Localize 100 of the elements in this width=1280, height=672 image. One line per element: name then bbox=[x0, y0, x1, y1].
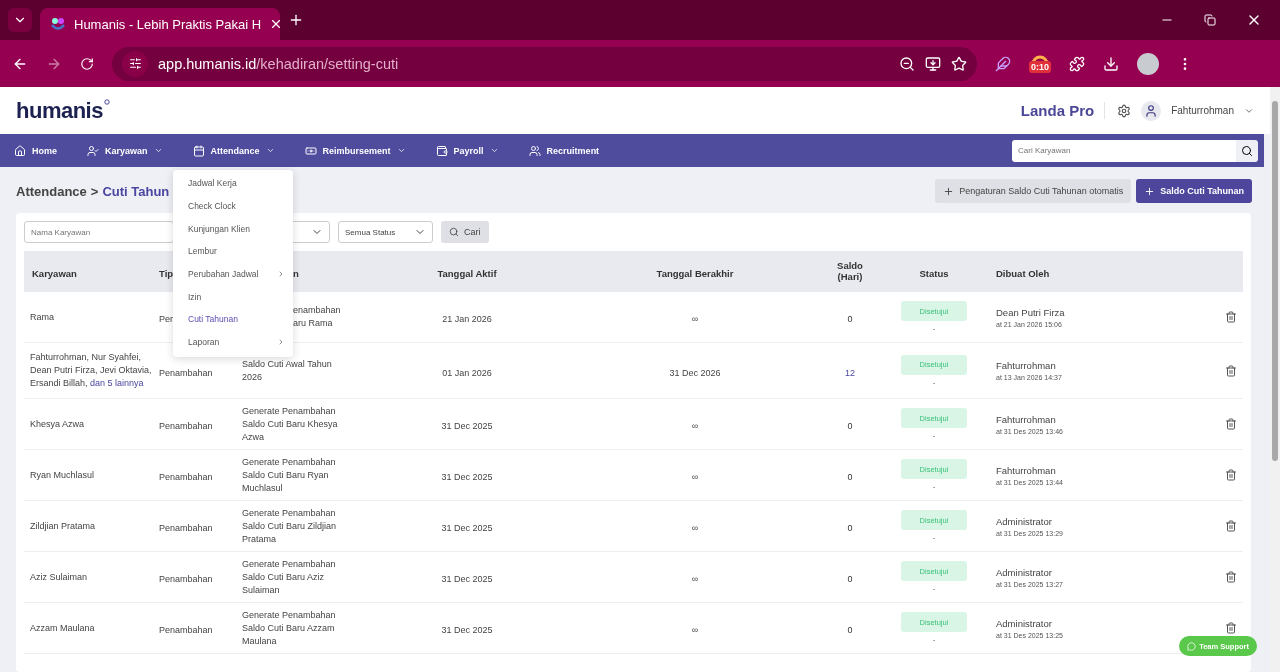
description-cell-text: Generate Penambahan Saldo Cuti Baru Azzam Maulana bbox=[242, 608, 337, 648]
employee-names: Zildjian Pratama bbox=[29, 519, 97, 533]
tab-title: Humanis - Lebih Praktis Pakai H bbox=[74, 16, 262, 32]
more-employees-link[interactable]: dan 5 lainnya bbox=[90, 378, 144, 388]
trash-icon bbox=[1225, 364, 1237, 377]
menu-item[interactable]: Lembur bbox=[188, 246, 217, 257]
add-button[interactable]: Saldo Cuti Tahunan bbox=[1136, 179, 1252, 203]
nav-item[interactable]: Recruitment bbox=[546, 145, 600, 156]
menu-item[interactable]: Izin bbox=[188, 291, 202, 302]
end-date-cell: ∞ bbox=[691, 522, 699, 535]
search-button[interactable] bbox=[1236, 139, 1258, 162]
nav-item[interactable]: Home bbox=[32, 145, 57, 156]
trash-icon bbox=[1225, 418, 1237, 430]
scrollbar[interactable] bbox=[1270, 87, 1280, 672]
type-cell: Per bbox=[159, 313, 173, 326]
bookmark-star-icon[interactable] bbox=[951, 55, 967, 72]
employee-names: Rama bbox=[29, 310, 55, 324]
home-icon bbox=[14, 144, 26, 157]
banknote-icon bbox=[304, 144, 317, 157]
balance-cell[interactable]: 12 bbox=[845, 367, 855, 378]
user-check-icon bbox=[87, 144, 99, 157]
employee-search-field[interactable]: Cari Karyawan bbox=[1012, 139, 1236, 162]
profile-avatar[interactable] bbox=[1137, 52, 1159, 75]
menu-item[interactable]: Perubahan Jadwal bbox=[188, 269, 259, 280]
trash-icon bbox=[1225, 311, 1237, 323]
chevron-down-icon bbox=[265, 146, 275, 155]
menu-item[interactable]: Cuti Tahunan bbox=[188, 314, 238, 325]
menu-item[interactable]: Check Clock bbox=[188, 201, 236, 212]
balance-cell: 0 bbox=[847, 314, 853, 324]
menu-item[interactable]: Kunjungan Klien bbox=[188, 223, 250, 234]
add-button[interactable]: Pengaturan Saldo Cuti Tahunan otomatis bbox=[935, 179, 1132, 203]
nav-item[interactable]: Karyawan bbox=[105, 145, 148, 156]
column-header: Tanggal Berakhir bbox=[656, 267, 734, 279]
end-date-cell: ∞ bbox=[691, 624, 699, 637]
new-tab-icon[interactable] bbox=[288, 12, 304, 28]
start-date-cell: 31 Dec 2025 bbox=[441, 522, 493, 535]
status-note: - bbox=[932, 431, 936, 440]
registered-mark-icon bbox=[103, 99, 110, 105]
company-name: Landa Pro bbox=[1020, 102, 1106, 119]
creator-name: Administrator bbox=[996, 515, 1052, 527]
end-date-cell: 31 Dec 2026 bbox=[669, 366, 721, 380]
restore-icon[interactable] bbox=[1204, 14, 1216, 26]
settings-icon[interactable] bbox=[1117, 103, 1132, 118]
zoom-icon[interactable] bbox=[899, 55, 915, 72]
chat-icon bbox=[1187, 641, 1197, 651]
employee-names: Fahturrohman, Nur Syahfei, Dean Putri Firza, Jevi Oktavia, Ersandi Billah, dan 5 lainnya bbox=[29, 351, 153, 390]
breadcrumb-link[interactable]: Attendance bbox=[16, 183, 87, 199]
description-cell: enambahan aru Rama bbox=[293, 304, 341, 330]
install-app-icon[interactable] bbox=[925, 55, 941, 72]
nav-item[interactable]: Attendance bbox=[210, 145, 260, 156]
trash-icon bbox=[1225, 469, 1237, 481]
sliders-icon bbox=[128, 57, 142, 70]
download-icon[interactable] bbox=[1103, 55, 1119, 72]
column-header: n bbox=[293, 267, 299, 279]
column-header: Status bbox=[919, 267, 949, 279]
puzzle-icon[interactable] bbox=[1069, 55, 1085, 72]
employee-name-field[interactable]: Nama Karyawan bbox=[24, 221, 174, 243]
balance-cell: 0 bbox=[847, 625, 853, 635]
start-date-cell: 01 Jan 2026 bbox=[442, 366, 492, 380]
chevron-down-icon bbox=[489, 146, 499, 155]
address-bar[interactable]: app.humanis.id/kehadiran/setting-cuti bbox=[112, 46, 977, 81]
balance-cell: 0 bbox=[847, 421, 853, 431]
nav-item[interactable]: Reimbursement bbox=[322, 145, 391, 156]
tab-list-button[interactable] bbox=[8, 8, 32, 32]
user-avatar[interactable] bbox=[1141, 100, 1162, 121]
end-date-cell: ∞ bbox=[691, 471, 699, 484]
status-note: - bbox=[932, 482, 936, 491]
site-logo-icon bbox=[50, 16, 66, 32]
creator-name: Fahturrohman bbox=[996, 464, 1056, 476]
breadcrumb-current: Cuti Tahun bbox=[102, 183, 170, 199]
creator-name: Fahturrohman bbox=[996, 413, 1056, 425]
description-cell-text: Saldo Cuti Awal Tahun 2026 bbox=[242, 357, 333, 384]
start-date-cell: 31 Dec 2025 bbox=[441, 471, 493, 484]
type-cell: Penambahan bbox=[159, 624, 213, 637]
status-select[interactable]: Semua Status bbox=[338, 221, 433, 243]
end-date-cell: ∞ bbox=[691, 573, 699, 586]
description-cell-text: Generate Penambahan Saldo Cuti Baru Khesya Azwa bbox=[242, 404, 339, 444]
creator-name: Administrator bbox=[996, 617, 1052, 629]
status-note: - bbox=[932, 533, 936, 542]
column-header: Tanggal Aktif bbox=[437, 267, 497, 279]
menu-item[interactable]: Jadwal Kerja bbox=[188, 178, 237, 189]
type-cell: Penambahan bbox=[159, 366, 213, 380]
chevron-right-icon bbox=[277, 270, 285, 279]
search-button[interactable]: Cari bbox=[441, 221, 489, 243]
feather-icon[interactable] bbox=[995, 55, 1011, 72]
chevron-down-icon bbox=[396, 146, 406, 155]
column-header: Tip bbox=[159, 267, 174, 279]
breadcrumb-separator: > bbox=[90, 183, 99, 199]
browser-tab[interactable]: Humanis - Lebih Praktis Pakai H bbox=[40, 8, 280, 40]
user-menu[interactable]: Fahturrohman bbox=[1171, 105, 1234, 116]
start-date-cell: 31 Dec 2025 bbox=[441, 624, 493, 637]
description-cell-text: Generate Penambahan Saldo Cuti Baru Aziz Sulaiman bbox=[242, 557, 337, 597]
nav-item[interactable]: Payroll bbox=[453, 145, 484, 156]
url-text: app.humanis.id/kehadiran/setting-cuti bbox=[158, 55, 400, 72]
plus-icon bbox=[943, 185, 955, 197]
site-settings-button[interactable] bbox=[122, 50, 148, 77]
description-cell-text: Generate Penambahan Saldo Cuti Baru Ryan Muchlasul bbox=[242, 455, 337, 495]
reload-icon[interactable] bbox=[80, 56, 94, 71]
menu-item[interactable]: Laporan bbox=[188, 337, 220, 348]
start-date-cell: 31 Dec 2025 bbox=[441, 420, 493, 433]
